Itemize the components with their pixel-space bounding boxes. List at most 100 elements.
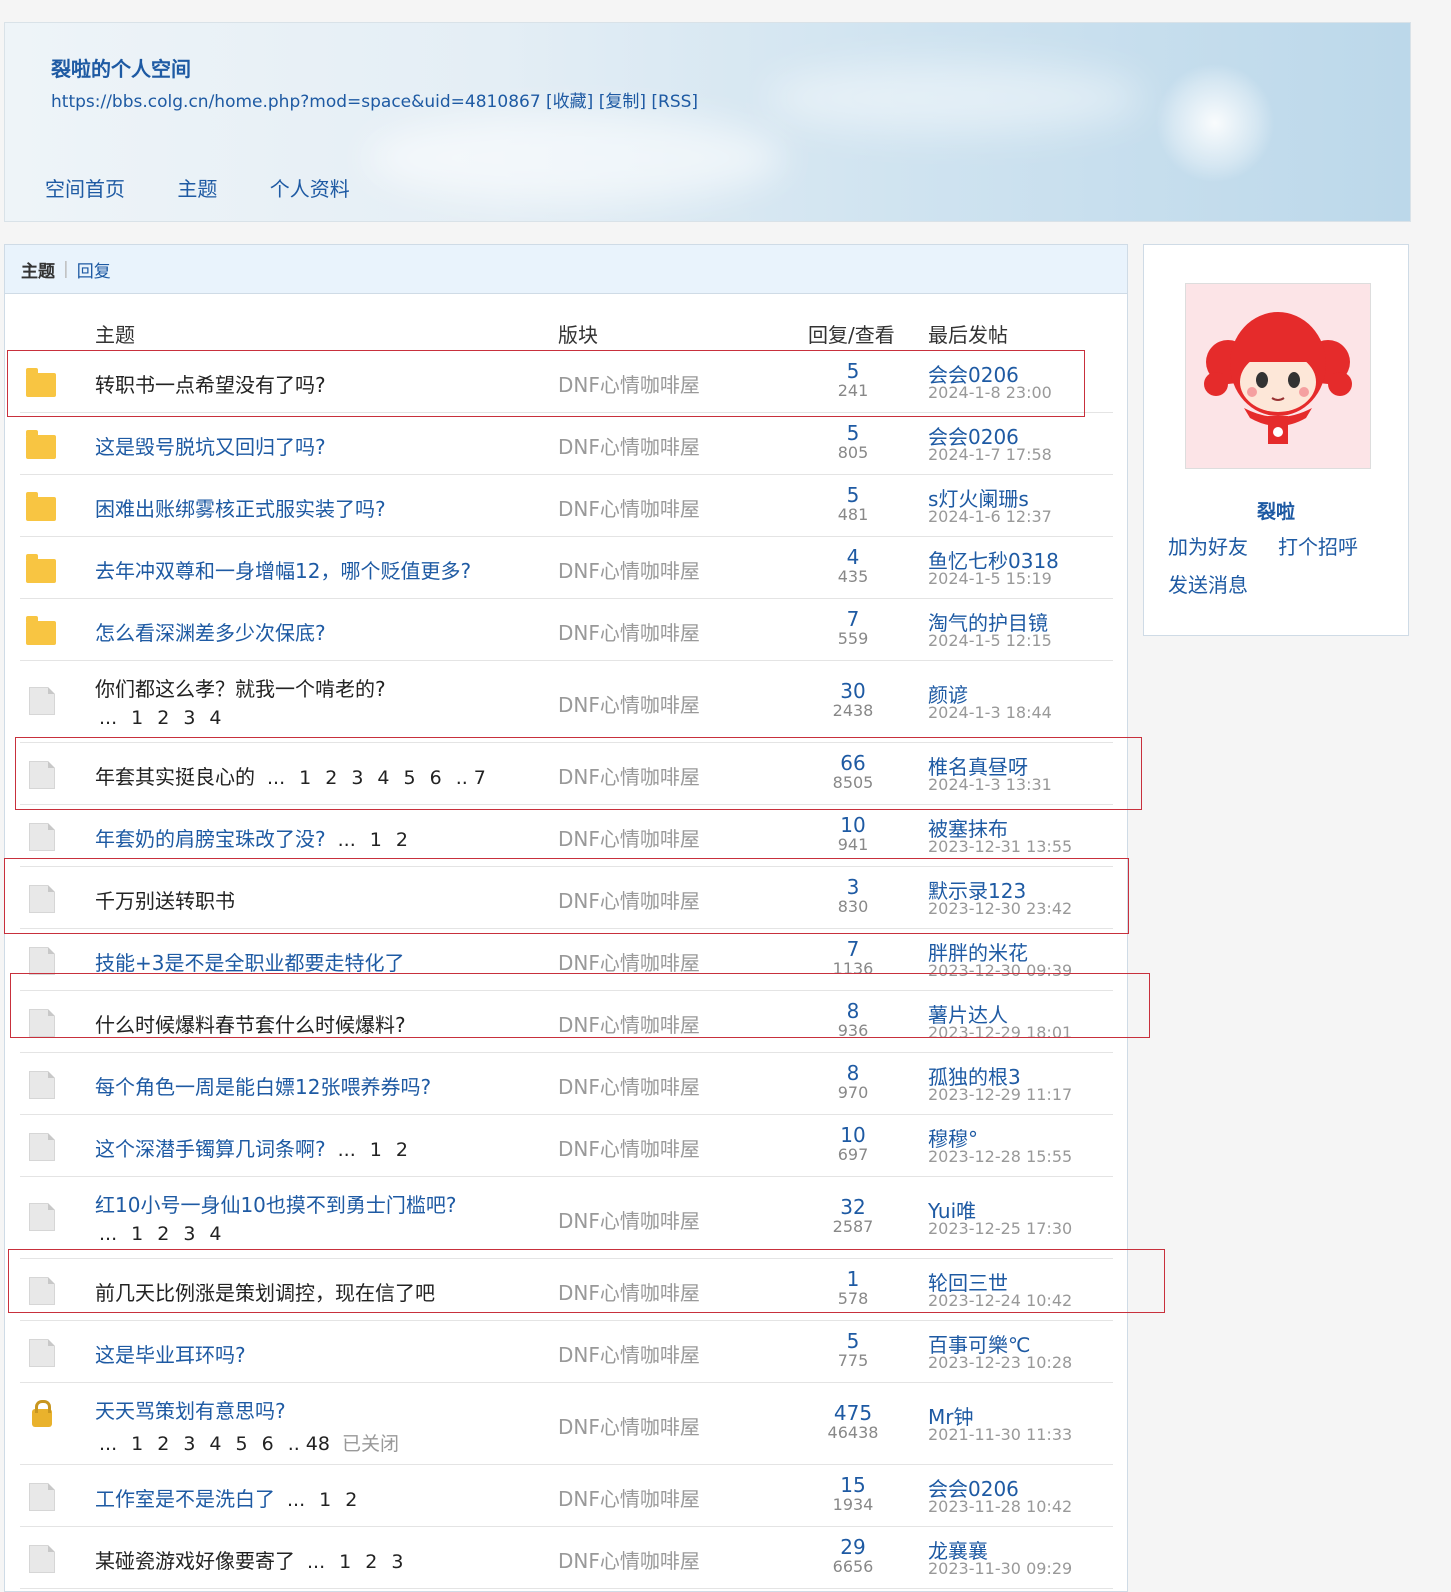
thread-title-link[interactable]: 年套其实挺良心的 <box>95 765 255 789</box>
page-link[interactable]: 5 <box>236 1433 248 1455</box>
last-post-time[interactable]: 2024-1-6 12:37 <box>928 507 1052 526</box>
thread-title-link[interactable]: 天天骂策划有意思吗? <box>95 1399 286 1423</box>
favorite-link[interactable]: [收藏] <box>546 92 593 112</box>
page-link[interactable]: 2 <box>365 1551 377 1573</box>
nav-space-home[interactable]: 空间首页 <box>45 177 125 201</box>
last-post-time[interactable]: 2023-12-23 10:28 <box>928 1353 1072 1372</box>
thread-title-link[interactable]: 红10小号一身仙10也摸不到勇士门槛吧? <box>95 1193 457 1217</box>
page-link[interactable]: 4 <box>209 1223 221 1245</box>
page-link[interactable]: 3 <box>351 767 363 789</box>
table-row[interactable]: 千万别送转职书 DNF心情咖啡屋 3 830 默示录123 2023-12-30 23:4… <box>20 867 1113 929</box>
page-link[interactable]: 3 <box>183 1223 195 1245</box>
thread-title-link[interactable]: 工作室是不是洗白了 <box>95 1487 275 1511</box>
forum-link[interactable]: DNF心情咖啡屋 <box>558 617 700 646</box>
forum-link[interactable]: DNF心情咖啡屋 <box>558 1545 700 1574</box>
page-link[interactable]: 2 <box>157 707 169 729</box>
page-link[interactable]: .. 48 <box>288 1433 330 1455</box>
page-link[interactable]: 2 <box>325 767 337 789</box>
last-post-time[interactable]: 2023-12-31 13:55 <box>928 837 1072 856</box>
page-link[interactable]: 1 <box>131 1223 143 1245</box>
forum-link[interactable]: DNF心情咖啡屋 <box>558 1339 700 1368</box>
page-link[interactable]: .. 7 <box>456 767 486 789</box>
page-link[interactable]: 2 <box>396 1139 408 1161</box>
forum-link[interactable]: DNF心情咖啡屋 <box>558 431 700 460</box>
page-link[interactable]: 3 <box>391 1551 403 1573</box>
forum-link[interactable]: DNF心情咖啡屋 <box>558 1411 700 1440</box>
thread-title-link[interactable]: 什么时候爆料春节套什么时候爆料? <box>95 1013 406 1037</box>
table-row[interactable]: 这是毁号脱坑又回归了吗? DNF心情咖啡屋 5 805 会会0206 2024-1-7 1… <box>20 413 1113 475</box>
page-link[interactable]: 1 <box>370 829 382 851</box>
page-link[interactable]: 1 <box>131 1433 143 1455</box>
last-post-time[interactable]: 2024-1-7 17:58 <box>928 445 1052 464</box>
copy-link[interactable]: [复制] <box>599 92 646 112</box>
thread-title-link[interactable]: 前几天比例涨是策划调控，现在信了吧 <box>95 1281 435 1305</box>
last-post-time[interactable]: 2021-11-30 11:33 <box>928 1425 1072 1444</box>
page-link[interactable]: 2 <box>157 1433 169 1455</box>
table-row[interactable]: 每个角色一周是能白嫖12张喂养券吗? DNF心情咖啡屋 8 970 孤独的根3 2023-… <box>20 1053 1113 1115</box>
tab-replies[interactable]: 回复 <box>77 257 111 282</box>
thread-title-link[interactable]: 这是毕业耳环吗? <box>95 1343 246 1367</box>
forum-link[interactable]: DNF心情咖啡屋 <box>558 1277 700 1306</box>
page-link[interactable]: 2 <box>396 829 408 851</box>
page-link[interactable]: 6 <box>430 767 442 789</box>
forum-link[interactable]: DNF心情咖啡屋 <box>558 1071 700 1100</box>
last-post-time[interactable]: 2024-1-8 23:00 <box>928 383 1052 402</box>
page-link[interactable]: 3 <box>183 1433 195 1455</box>
last-post-time[interactable]: 2023-12-30 23:42 <box>928 899 1072 918</box>
page-link[interactable]: 4 <box>209 707 221 729</box>
page-link[interactable]: 4 <box>209 1433 221 1455</box>
thread-title-link[interactable]: 去年冲双尊和一身增幅12，哪个贬值更多? <box>95 559 471 583</box>
last-post-time[interactable]: 2023-11-30 09:29 <box>928 1559 1072 1578</box>
thread-title-link[interactable]: 你们都这么孝？就我一个啃老的? <box>95 677 386 701</box>
thread-title-link[interactable]: 困难出账绑雾核正式服实装了吗? <box>95 497 386 521</box>
thread-title-link[interactable]: 千万别送转职书 <box>95 889 235 913</box>
tab-threads[interactable]: 主题 <box>21 257 55 282</box>
page-link[interactable]: 1 <box>131 707 143 729</box>
greet-link[interactable]: 打个招呼 <box>1278 531 1358 560</box>
last-post-time[interactable]: 2024-1-3 18:44 <box>928 703 1052 722</box>
page-link[interactable]: 1 <box>370 1139 382 1161</box>
table-row[interactable]: 转职书一点希望没有了吗? DNF心情咖啡屋 5 241 会会0206 2024-1-8 2… <box>20 351 1113 413</box>
page-link[interactable]: 1 <box>339 1551 351 1573</box>
table-row[interactable]: 这个深潜手镯算几词条啊?... 1 2 DNF心情咖啡屋 10 697 穆穆° 2023-12… <box>20 1115 1113 1177</box>
table-row[interactable]: 某碰瓷游戏好像要寄了... 1 2 3 DNF心情咖啡屋 29 6656 龙襄襄 2023-11… <box>20 1527 1113 1589</box>
thread-title-link[interactable]: 年套奶的肩膀宝珠改了没? <box>95 827 326 851</box>
last-post-time[interactable]: 2023-12-25 17:30 <box>928 1219 1072 1238</box>
add-friend-link[interactable]: 加为好友 <box>1168 531 1248 560</box>
table-row[interactable]: 去年冲双尊和一身增幅12，哪个贬值更多? DNF心情咖啡屋 4 435 鱼忆七秒0318… <box>20 537 1113 599</box>
last-post-time[interactable]: 2023-12-29 18:01 <box>928 1023 1072 1042</box>
table-row[interactable]: 前几天比例涨是策划调控，现在信了吧 DNF心情咖啡屋 1 578 轮回三世 2023-12… <box>20 1259 1113 1321</box>
page-link[interactable]: 6 <box>262 1433 274 1455</box>
table-row[interactable]: 什么时候爆料春节套什么时候爆料? DNF心情咖啡屋 8 936 薯片达人 2023-12-… <box>20 991 1113 1053</box>
page-link[interactable]: 1 <box>299 767 311 789</box>
avatar[interactable] <box>1185 283 1371 469</box>
forum-link[interactable]: DNF心情咖啡屋 <box>558 947 700 976</box>
rss-link[interactable]: [RSS] <box>651 92 698 112</box>
forum-link[interactable]: DNF心情咖啡屋 <box>558 823 700 852</box>
page-link[interactable]: 2 <box>157 1223 169 1245</box>
last-post-time[interactable]: 2023-12-24 10:42 <box>928 1291 1072 1310</box>
thread-title-link[interactable]: 每个角色一周是能白嫖12张喂养券吗? <box>95 1075 431 1099</box>
thread-title-link[interactable]: 技能+3是不是全职业都要走特化了 <box>95 951 404 975</box>
forum-link[interactable]: DNF心情咖啡屋 <box>558 1133 700 1162</box>
forum-link[interactable]: DNF心情咖啡屋 <box>558 1483 700 1512</box>
page-link[interactable]: 4 <box>377 767 389 789</box>
last-post-time[interactable]: 2024-1-5 12:15 <box>928 631 1052 650</box>
thread-title-link[interactable]: 某碰瓷游戏好像要寄了 <box>95 1549 295 1573</box>
table-row[interactable]: 工作室是不是洗白了... 1 2 DNF心情咖啡屋 15 1934 会会0206 2023-1… <box>20 1465 1113 1527</box>
table-row[interactable]: 红10小号一身仙10也摸不到勇士门槛吧?... 1 2 3 4 DNF心情咖啡屋 32 258… <box>20 1177 1113 1259</box>
forum-link[interactable]: DNF心情咖啡屋 <box>558 689 700 718</box>
table-row[interactable]: 你们都这么孝？就我一个啃老的?... 1 2 3 4 DNF心情咖啡屋 30 2438 颜谚 20… <box>20 661 1113 743</box>
thread-title-link[interactable]: 这个深潜手镯算几词条啊? <box>95 1137 326 1161</box>
thread-title-link[interactable]: 这是毁号脱坑又回归了吗? <box>95 435 326 459</box>
last-post-time[interactable]: 2023-12-28 15:55 <box>928 1147 1072 1166</box>
last-post-time[interactable]: 2024-1-3 13:31 <box>928 775 1052 794</box>
forum-link[interactable]: DNF心情咖啡屋 <box>558 885 700 914</box>
page-link[interactable]: 2 <box>345 1489 357 1511</box>
forum-link[interactable]: DNF心情咖啡屋 <box>558 761 700 790</box>
forum-link[interactable]: DNF心情咖啡屋 <box>558 369 700 398</box>
last-post-time[interactable]: 2023-12-30 09:39 <box>928 961 1072 980</box>
page-link[interactable]: 5 <box>404 767 416 789</box>
last-post-time[interactable]: 2023-11-28 10:42 <box>928 1497 1072 1516</box>
page-link[interactable]: 3 <box>183 707 195 729</box>
